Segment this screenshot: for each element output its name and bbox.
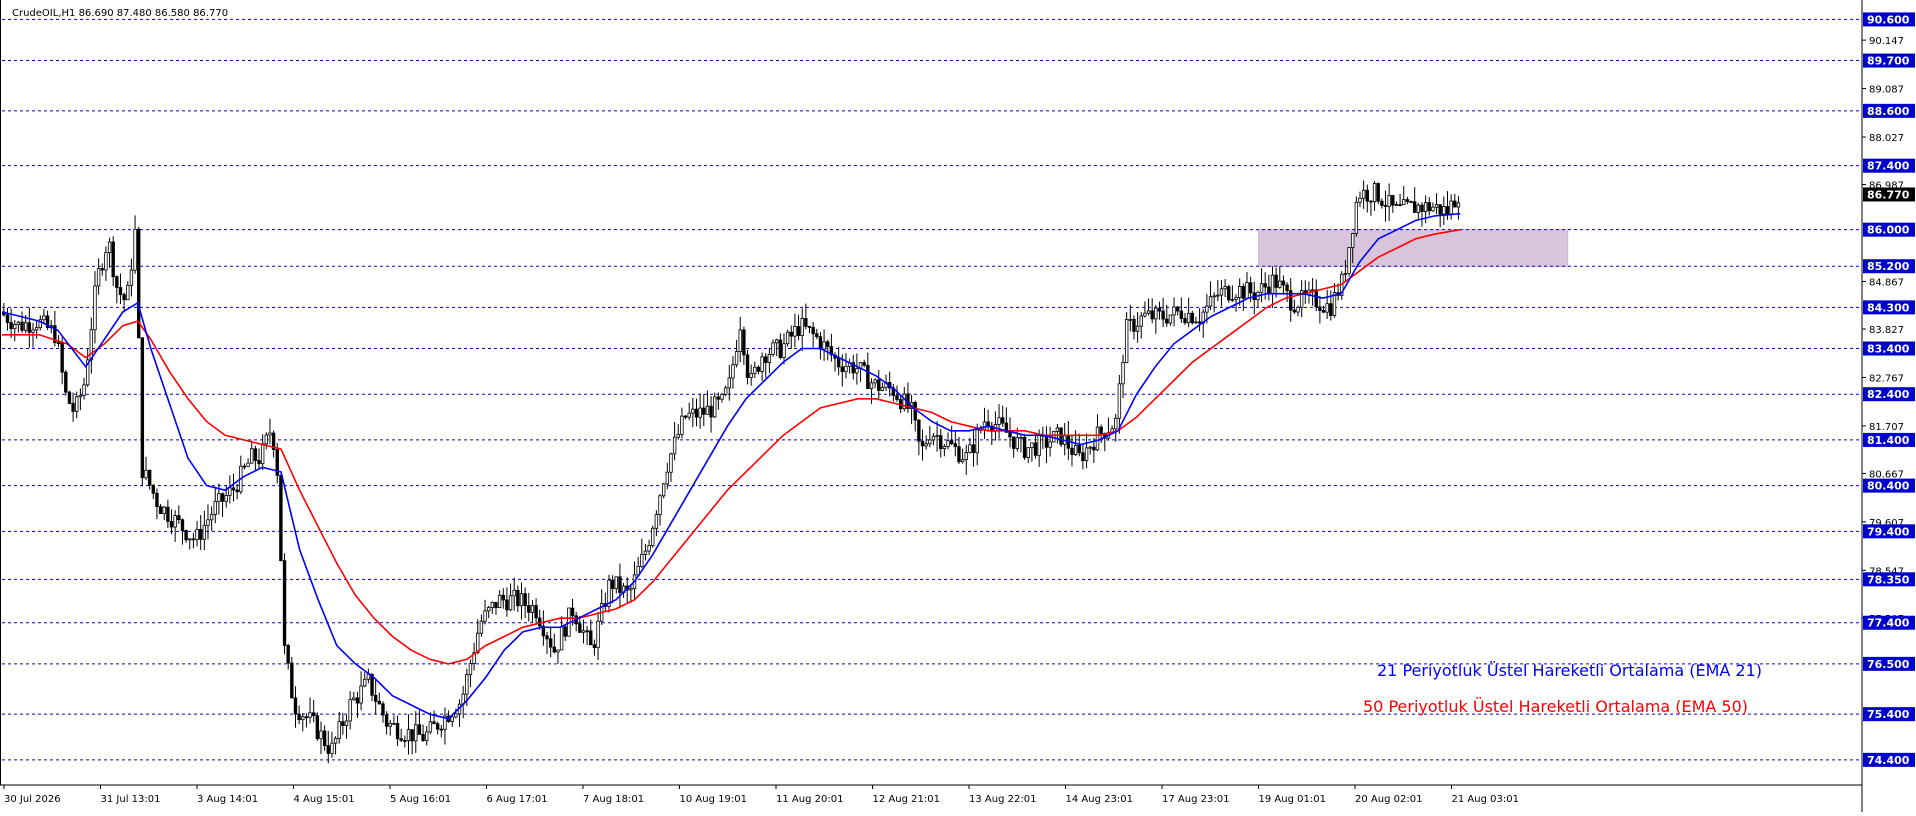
candle[interactable] [1347, 247, 1351, 277]
level-price-label: 79.400 [1867, 525, 1910, 538]
y-tick-label: 89.087 [1869, 85, 1904, 96]
x-tick-label: 19 Aug 01:01 [1259, 794, 1326, 805]
x-tick-label: 30 Jul 2026 [4, 794, 61, 805]
candle[interactable] [67, 390, 72, 405]
candle[interactable] [290, 656, 294, 699]
y-tick-label: 88.027 [1869, 133, 1904, 144]
y-tick-label: 90.147 [1869, 36, 1904, 47]
candle[interactable] [1022, 433, 1027, 460]
y-tick-label: 83.827 [1869, 325, 1904, 336]
level-price-label: 87.400 [1867, 160, 1910, 173]
level-price-label: 77.400 [1867, 617, 1910, 630]
candle[interactable] [1052, 430, 1056, 443]
x-tick-label: 7 Aug 18:01 [583, 794, 644, 805]
level-price-label: 84.300 [1867, 301, 1910, 314]
level-price-label: 89.700 [1867, 55, 1910, 68]
candle[interactable] [1340, 271, 1344, 300]
x-tick-label: 31 Jul 13:01 [101, 794, 161, 805]
chart-container: 90.147 89.087 88.027 86.987 84.867 83.827 82.7… [0, 0, 1916, 812]
candle[interactable] [1059, 427, 1063, 448]
level-price-label: 74.400 [1867, 754, 1910, 767]
x-tick-label: 5 Aug 16:01 [390, 794, 451, 805]
level-price-label: 86.000 [1867, 224, 1910, 237]
candle[interactable] [651, 525, 655, 548]
level-price-label: 80.400 [1867, 480, 1910, 493]
x-tick-label: 13 Aug 22:01 [969, 794, 1036, 805]
x-tick-label: 20 Aug 02:01 [1355, 794, 1422, 805]
candle[interactable] [315, 712, 320, 741]
y-tick-label: 81.707 [1869, 422, 1904, 433]
level-price-label: 81.400 [1867, 434, 1910, 447]
y-tick-label: 84.867 [1869, 277, 1904, 288]
level-price-label: 83.400 [1867, 343, 1910, 356]
price-chart[interactable]: 90.14789.08788.02786.98784.86783.82782.7… [0, 0, 1916, 812]
legend-ema21: 21 Periyotluk Üstel Hareketli Ortalama (… [1377, 661, 1762, 680]
candle[interactable] [282, 553, 287, 655]
level-price-label: 78.350 [1867, 573, 1910, 586]
candle[interactable] [1354, 196, 1359, 237]
candle[interactable] [279, 474, 283, 562]
level-price-label: 88.600 [1867, 105, 1910, 118]
level-price-label: 90.600 [1867, 13, 1910, 26]
x-tick-label: 3 Aug 14:01 [197, 794, 258, 805]
level-price-label: 82.400 [1867, 388, 1910, 401]
x-tick-label: 4 Aug 15:01 [294, 794, 355, 805]
candle[interactable] [64, 369, 68, 396]
y-tick-label: 82.767 [1869, 373, 1904, 384]
level-price-label: 75.400 [1867, 708, 1910, 721]
level-price-label: 85.200 [1867, 260, 1910, 273]
x-tick-label: 11 Aug 20:01 [776, 794, 843, 805]
candle[interactable] [1124, 312, 1129, 363]
current-price-label: 86.770 [1867, 188, 1910, 201]
support-zone [1258, 229, 1569, 267]
candle[interactable] [661, 482, 666, 499]
legend-ema50: 50 Periyotluk Üstel Hareketli Ortalama (… [1363, 697, 1748, 716]
symbol-header: CrudeOIL,H1 86.690 87.480 86.580 86.770 [12, 8, 228, 19]
candle[interactable] [1376, 182, 1380, 205]
x-tick-label: 21 Aug 03:01 [1452, 794, 1519, 805]
x-tick-label: 10 Aug 19:01 [680, 794, 747, 805]
candle[interactable] [140, 337, 145, 487]
candle[interactable] [1227, 284, 1231, 303]
x-tick-label: 12 Aug 21:01 [873, 794, 940, 805]
level-price-label: 76.500 [1867, 658, 1910, 671]
x-tick-label: 17 Aug 23:01 [1162, 794, 1229, 805]
x-tick-label: 6 Aug 17:01 [487, 794, 548, 805]
x-tick-label: 14 Aug 23:01 [1066, 794, 1133, 805]
